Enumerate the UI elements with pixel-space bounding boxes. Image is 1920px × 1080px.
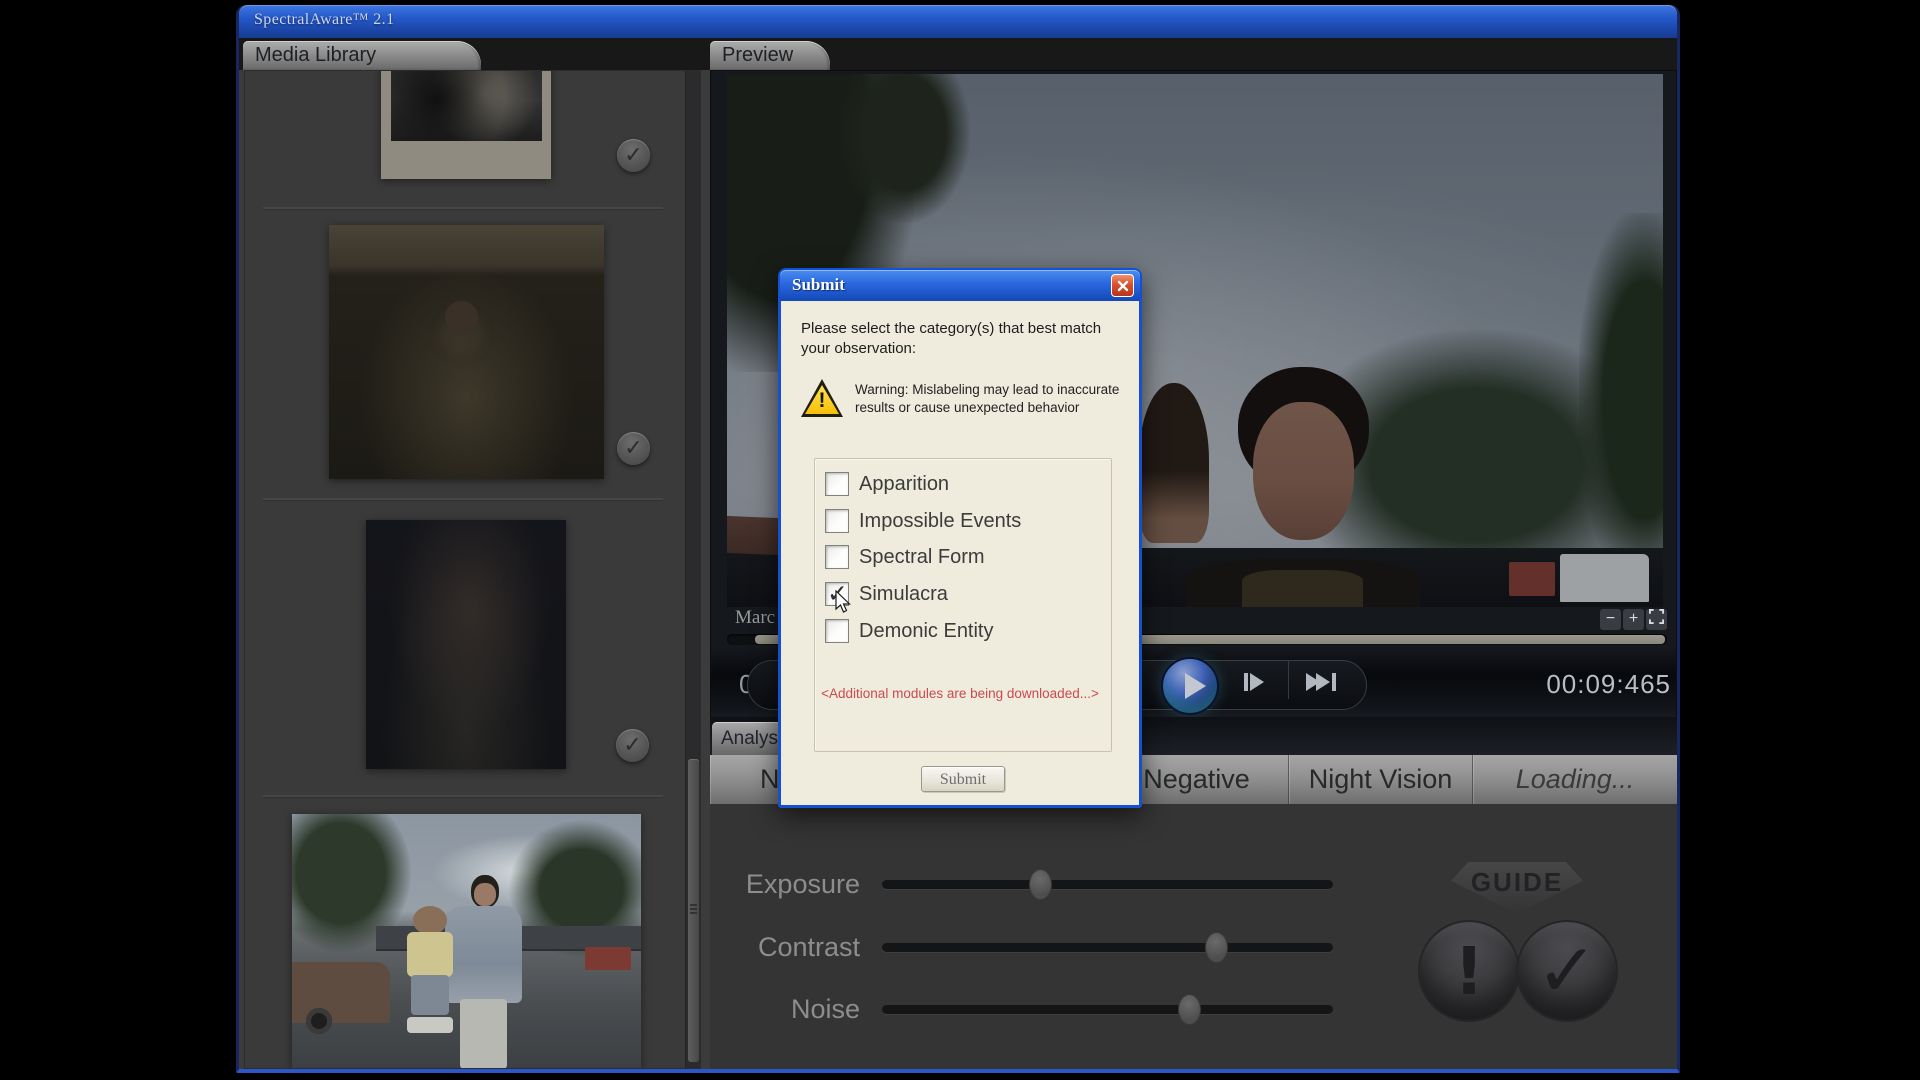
checkbox-impossible-events[interactable]: ✓ [825, 509, 849, 533]
filter-night-vision-label: Night Vision [1309, 764, 1453, 795]
check-icon: ✓ [624, 436, 642, 461]
filter-negative-label: Negative [1143, 764, 1250, 795]
exposure-slider-row: Exposure [710, 867, 1410, 903]
download-status-text: <Additional modules are being downloaded… [781, 686, 1139, 701]
contrast-slider-track[interactable] [882, 943, 1333, 952]
warning-text: Warning: Mislabeling may lead to inaccur… [855, 381, 1131, 417]
list-divider [263, 795, 663, 797]
exposure-slider-track[interactable] [882, 880, 1333, 889]
skip-to-end-button[interactable] [1306, 673, 1336, 691]
plus-icon: + [1629, 610, 1638, 627]
library-item-man-holding-child[interactable] [292, 814, 641, 1069]
guide-label: GUIDE [1451, 867, 1583, 898]
item-checked-badge[interactable]: ✓ [617, 139, 650, 172]
checkbox-label: Simulacra [859, 583, 948, 606]
skip-triangle-icon [1316, 673, 1330, 691]
library-item-woman-in-field[interactable] [329, 225, 604, 479]
flag-alert-button[interactable]: ! [1418, 920, 1520, 1022]
exposure-slider-knob[interactable] [1029, 869, 1052, 900]
photo-car-wheel [306, 1008, 332, 1034]
zoom-out-button[interactable]: − [1600, 609, 1621, 630]
exposure-label: Exposure [710, 869, 860, 900]
play-button[interactable] [1161, 657, 1219, 715]
filter-item-night-vision[interactable]: Night Vision [1289, 755, 1473, 804]
photo-red-truck [585, 947, 630, 970]
transport-divider [1288, 661, 1289, 699]
tab-media-library-label: Media Library [255, 44, 376, 66]
fullscreen-button[interactable] [1646, 609, 1667, 630]
item-checked-badge[interactable]: ✓ [617, 432, 650, 465]
scrollbar-grip-icon [690, 904, 697, 906]
dialog-close-button[interactable] [1111, 274, 1134, 297]
item-checked-badge[interactable]: ✓ [616, 729, 649, 762]
checkbox-label: Spectral Form [859, 546, 985, 569]
fullscreen-icon [1649, 609, 1664, 624]
noise-label: Noise [710, 994, 860, 1025]
total-time: 00:09:465 [1521, 669, 1671, 700]
checkbox-spectral-form[interactable]: ✓ [825, 545, 849, 569]
contrast-slider-row: Contrast [710, 930, 1410, 966]
media-library-scrollbar[interactable] [685, 71, 701, 1068]
list-divider [263, 207, 663, 209]
tab-preview[interactable]: Preview [710, 41, 830, 70]
mouse-cursor [834, 590, 856, 619]
exclamation-icon: ! [1454, 933, 1484, 1010]
step-bar-icon [1244, 673, 1248, 691]
check-icon: ✓ [624, 143, 642, 168]
step-triangle-icon [1250, 673, 1264, 691]
submit-button[interactable]: Submit [921, 766, 1005, 792]
list-divider [263, 498, 663, 500]
checkbox-row-demonic-entity[interactable]: ✓ Demonic Entity [825, 617, 994, 645]
checkbox-label: Demonic Entity [859, 620, 994, 643]
play-icon [1185, 673, 1206, 699]
scrollbar-thumb[interactable] [688, 759, 699, 1062]
photo-man [442, 875, 526, 1069]
tabs-row: Media Library Preview [239, 38, 1677, 70]
library-item-polaroid[interactable] [381, 70, 551, 179]
filter-item-1-label: N [760, 764, 780, 795]
checkbox-demonic-entity[interactable]: ✓ [825, 619, 849, 643]
checkbox-row-apparition[interactable]: ✓ Apparition [825, 470, 949, 498]
dialog-title-bar[interactable]: Submit [780, 270, 1140, 301]
noise-slider-track[interactable] [882, 1005, 1333, 1014]
step-forward-button[interactable] [1244, 673, 1264, 691]
checkbox-row-impossible-events[interactable]: ✓ Impossible Events [825, 507, 1021, 535]
dialog-instruction-text: Please select the category(s) that best … [801, 319, 1131, 358]
contrast-label: Contrast [710, 932, 860, 963]
photo-child [407, 906, 452, 1039]
polaroid-photo-image [391, 70, 542, 141]
contrast-slider-knob[interactable] [1205, 932, 1228, 963]
library-item-man-portrait[interactable] [366, 520, 566, 769]
video-zoom-controls: − + [1600, 609, 1667, 630]
app-window: SpectralAware™ 2.1 Media Library Preview… [236, 5, 1680, 1073]
dialog-body: Please select the category(s) that best … [781, 301, 1139, 805]
close-icon [1117, 280, 1129, 292]
app-title: SpectralAware™ 2.1 [254, 11, 394, 29]
guide-cluster: GUIDE ! ✓ [1418, 860, 1638, 1040]
skip-bar-icon [1332, 673, 1336, 691]
tab-media-library[interactable]: Media Library [243, 41, 481, 70]
checkbox-label: Apparition [859, 473, 949, 496]
checkbox-apparition[interactable]: ✓ [825, 472, 849, 496]
checkmark-icon: ✓ [1536, 928, 1598, 1014]
filter-item-loading: Loading... [1473, 755, 1677, 804]
submit-dialog: Submit Please select the category(s) tha… [778, 268, 1142, 808]
warning-icon: ! [801, 379, 843, 417]
media-library-panel: ✓ ✓ ✓ [244, 70, 701, 1069]
tab-preview-label: Preview [722, 44, 793, 66]
title-bar[interactable]: SpectralAware™ 2.1 [239, 5, 1677, 38]
check-icon: ✓ [623, 733, 641, 758]
noise-slider-row: Noise [710, 992, 1410, 1028]
guide-button[interactable]: GUIDE [1451, 862, 1583, 914]
checkbox-row-spectral-form[interactable]: ✓ Spectral Form [825, 543, 985, 571]
filter-loading-label: Loading... [1516, 764, 1635, 795]
video-caption: Marc [735, 607, 775, 629]
zoom-in-button[interactable]: + [1623, 609, 1644, 630]
minus-icon: − [1606, 610, 1615, 627]
confirm-button[interactable]: ✓ [1516, 920, 1618, 1022]
dialog-title: Submit [792, 275, 845, 295]
checkbox-label: Impossible Events [859, 510, 1021, 533]
noise-slider-knob[interactable] [1178, 994, 1201, 1025]
